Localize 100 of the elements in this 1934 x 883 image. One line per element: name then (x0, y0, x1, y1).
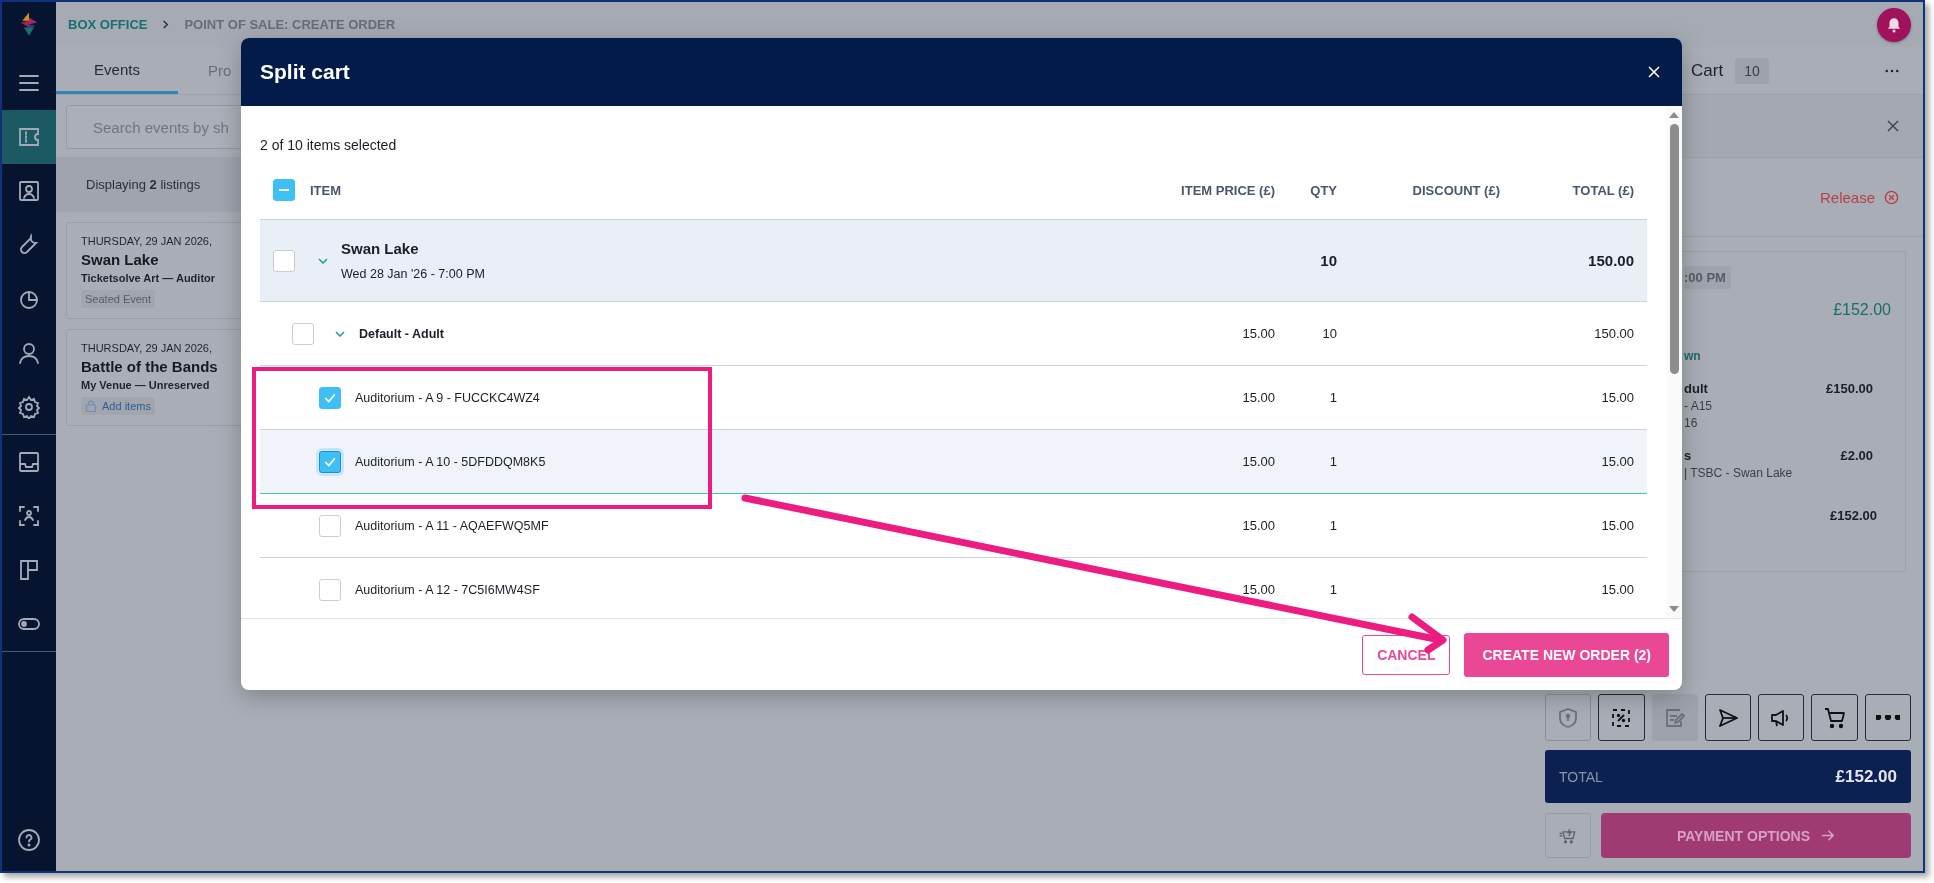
contact-card-icon (17, 179, 41, 203)
checkbox[interactable] (319, 514, 341, 537)
table-cell: 15.00 (1601, 454, 1634, 469)
person-icon (17, 341, 41, 365)
chevron-down-icon[interactable] (318, 257, 328, 264)
tab[interactable]: Events (56, 47, 178, 94)
checkbox[interactable] (273, 249, 295, 272)
toolbar-button[interactable] (1704, 694, 1752, 741)
line-name: dult (1684, 381, 1708, 396)
dialog-title: Split cart (260, 60, 350, 84)
table-row[interactable]: Default - Adult 15.00 10 150.00 (260, 302, 1647, 366)
column-header: TOTAL (£) (1572, 182, 1634, 198)
item-name: Auditorium - A 9 - FUCCKC4WZ4 (355, 390, 540, 405)
cart-icon (1822, 705, 1847, 730)
chevron-down-icon[interactable] (335, 330, 345, 337)
select-all-checkbox[interactable] (273, 179, 295, 201)
line-amount: £2.00 (1840, 448, 1873, 463)
table-cell: 10 (1320, 252, 1337, 269)
chevron-right-icon (161, 20, 171, 29)
table-cell: 15.00 (1601, 390, 1634, 405)
line-detail: 16 (1684, 416, 1698, 430)
total-amount: £152.00 (1835, 766, 1897, 787)
check-icon (324, 456, 336, 467)
layout-icon (17, 558, 41, 582)
checkbox[interactable] (319, 450, 341, 473)
table-cell: 150.00 (1594, 326, 1634, 341)
logo-icon (19, 12, 39, 38)
line-detail: - A15 (1684, 399, 1713, 413)
event-title: Battle of the Bands (81, 358, 218, 375)
event-tag: Seated Event (81, 290, 156, 308)
minus-icon (279, 188, 289, 192)
face-scan-icon (17, 504, 41, 528)
column-header: ITEM (310, 182, 342, 198)
table-row[interactable]: Swan Lake Wed 28 Jan '26 - 7:00 PM 10 150.00 (260, 220, 1647, 302)
total-label: TOTAL (1559, 768, 1603, 785)
more-icon (1875, 715, 1900, 720)
table-cell: 15.00 (1242, 518, 1275, 533)
lock-icon (85, 400, 97, 412)
event-venue: My Venue — Unreserved (81, 379, 210, 391)
item-name: Swan Lake (341, 240, 420, 257)
item-name: Auditorium - A 10 - 5DFDDQM8K5 (355, 454, 546, 469)
selection-summary: 2 of 10 items selected (260, 137, 397, 153)
table-cell: 15.00 (1601, 582, 1634, 597)
table-cell: 15.00 (1601, 518, 1634, 533)
checkbox[interactable] (292, 322, 314, 345)
cart-count: 10 (1735, 57, 1769, 84)
table-cell: 150.00 (1588, 252, 1634, 269)
check-icon (324, 392, 336, 403)
line-amount: £150.00 (1826, 381, 1873, 396)
column-header: DISCOUNT (£) (1412, 182, 1500, 198)
checkbox[interactable] (319, 578, 341, 601)
settings-icon (17, 395, 41, 419)
toolbar-button[interactable] (1598, 694, 1645, 741)
sidebar-item[interactable] (2, 110, 56, 164)
ticket-icon (17, 125, 41, 149)
add-items-label: Add items (102, 400, 151, 412)
event-venue: Ticketsolve Art — Auditor (81, 272, 216, 284)
toolbar-button[interactable] (1864, 694, 1911, 741)
listing-count: Displaying 2 listings (86, 177, 201, 192)
column-header: ITEM PRICE (£) (1181, 182, 1275, 198)
event-title: Swan Lake (81, 251, 159, 268)
event-date: THURSDAY, 29 JAN 2026, (81, 342, 213, 354)
notification-button[interactable] (1877, 7, 1911, 42)
checkbox[interactable] (319, 386, 341, 409)
table-cell: 15.00 (1242, 390, 1275, 405)
table-cell: 1 (1329, 390, 1337, 405)
column-header: QTY (1310, 182, 1337, 198)
inbox-icon (17, 450, 41, 474)
item-name: Default - Adult (359, 326, 444, 341)
toolbar-button[interactable] (1811, 694, 1858, 741)
table-row[interactable]: Auditorium - A 11 - AQAEFWQ5MF 15.00 1 15.00 (260, 494, 1647, 558)
line-detail: | TSBC - Swan Lake (1684, 466, 1793, 480)
create-order-button[interactable]: CREATE NEW ORDER (2) (1464, 632, 1669, 677)
wrench-icon (17, 233, 41, 257)
table-cell: 10 (1322, 326, 1337, 341)
table-cell: 1 (1329, 454, 1337, 469)
cart-tab[interactable]: Cart (1691, 60, 1724, 81)
more-icon[interactable] (1885, 68, 1899, 73)
time-chip: :00 PM (1684, 266, 1731, 289)
help-icon (17, 828, 41, 852)
item-date: Wed 28 Jan '26 - 7:00 PM (341, 267, 485, 281)
event-date: THURSDAY, 29 JAN 2026, (81, 235, 213, 247)
table-row[interactable]: Auditorium - A 10 - 5DFDDQM8K5 15.00 1 15.00 (260, 430, 1647, 494)
arrow-right-icon (1820, 828, 1835, 843)
scroll-up-arrow-icon[interactable] (1669, 112, 1679, 118)
table-cell: 15.00 (1242, 582, 1275, 597)
table-cell: 1 (1329, 518, 1337, 533)
scroll-down-arrow-icon[interactable] (1669, 606, 1679, 612)
table-cell: 15.00 (1242, 326, 1275, 341)
toolbar-button[interactable] (1758, 694, 1805, 741)
item-name: Auditorium - A 12 - 7C5I6MW4SF (355, 582, 540, 597)
ticket-price: £152.00 (1833, 301, 1891, 319)
bell-icon (1885, 15, 1903, 34)
ticket-total: £152.00 (1830, 508, 1877, 523)
line-name: s (1684, 448, 1692, 463)
table-cell: 15.00 (1242, 454, 1275, 469)
table-row[interactable]: Auditorium - A 12 - 7C5I6MW4SF 15.00 1 15.00 (260, 558, 1647, 618)
table-cell: 1 (1329, 582, 1337, 597)
item-name: Auditorium - A 11 - AQAEFWQ5MF (355, 518, 549, 533)
scrollbar[interactable] (1666, 106, 1682, 618)
